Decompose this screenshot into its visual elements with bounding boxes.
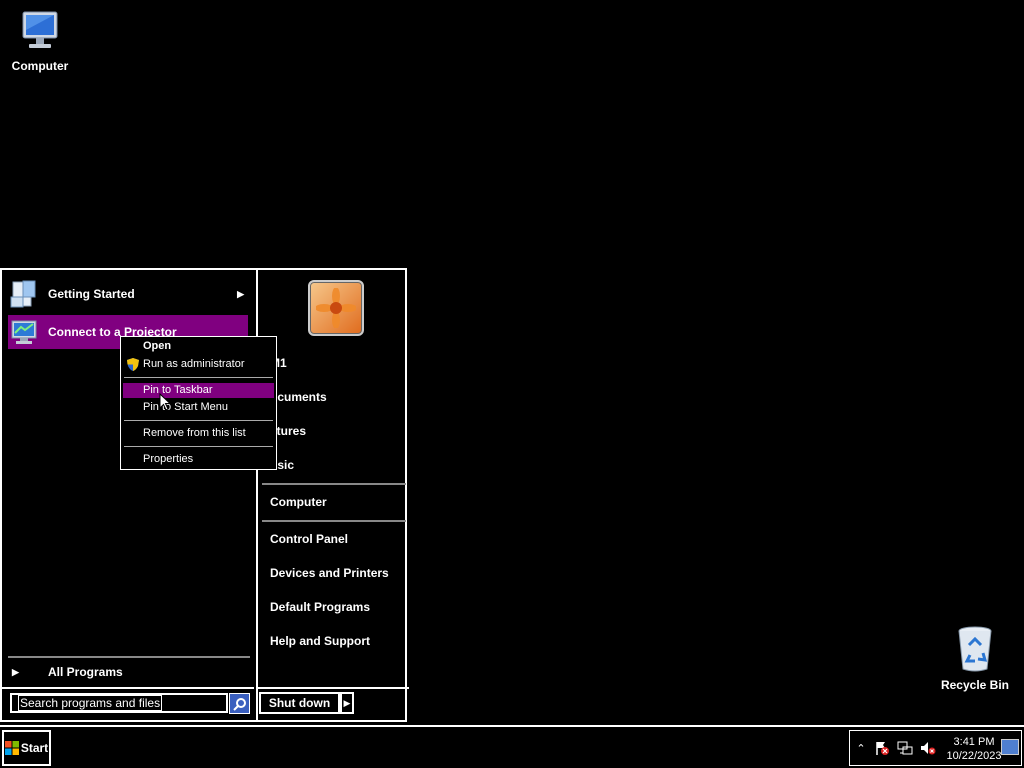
submenu-arrow-icon: ▶ <box>237 288 244 299</box>
context-menu-item-remove-from-list[interactable]: Remove from this list <box>123 426 274 441</box>
separator <box>262 520 406 522</box>
context-menu-separator <box>124 420 273 421</box>
context-menu: Open Run as administrator Pin to Taskbar… <box>120 336 277 470</box>
recycle-bin-icon <box>958 626 992 672</box>
system-tray: ⌃ 3:41 PM 10/22/2023 <box>849 730 1022 766</box>
taskbar: Start ⌃ 3:41 PM 10/22/2023 <box>0 725 1024 768</box>
volume-muted-icon[interactable] <box>920 740 936 756</box>
context-menu-separator <box>124 377 273 378</box>
separator <box>258 687 409 689</box>
search-button[interactable] <box>229 693 250 714</box>
context-menu-item-open[interactable]: Open <box>123 339 274 354</box>
right-item-help-and-support[interactable]: Help and Support <box>270 634 370 648</box>
getting-started-icon <box>8 278 40 310</box>
context-menu-item-properties[interactable]: Properties <box>123 452 274 467</box>
shutdown-options-button[interactable]: ▶ <box>340 692 354 714</box>
context-menu-item-pin-to-start-menu[interactable]: Pin to Start Menu <box>123 400 274 415</box>
user-avatar[interactable] <box>308 280 364 336</box>
context-menu-separator <box>124 446 273 447</box>
start-button[interactable]: Start <box>2 730 51 766</box>
search-icon <box>232 697 246 711</box>
clock[interactable]: 3:41 PM 10/22/2023 <box>944 735 1004 763</box>
flower-picture-icon <box>316 288 356 328</box>
right-item-devices-and-printers[interactable]: Devices and Printers <box>270 566 389 580</box>
show-hidden-icons-chevron[interactable]: ⌃ <box>853 740 869 756</box>
computer-icon <box>22 11 58 48</box>
right-item-control-panel[interactable]: Control Panel <box>270 532 348 546</box>
clock-date: 10/22/2023 <box>946 750 1002 762</box>
context-menu-item-pin-to-taskbar[interactable]: Pin to Taskbar <box>123 383 274 398</box>
desktop-icon-computer[interactable]: Computer <box>0 8 80 73</box>
start-menu-right-pane: M1 ocuments ctures usic Computer Control… <box>256 270 409 720</box>
network-icon[interactable] <box>897 740 913 756</box>
right-item-documents[interactable]: ocuments <box>270 390 327 404</box>
all-programs-button[interactable]: ▶ All Programs <box>8 659 248 685</box>
mouse-cursor-icon <box>159 393 171 411</box>
desktop-icon-label: Recycle Bin <box>940 678 1010 692</box>
right-item-default-programs[interactable]: Default Programs <box>270 600 370 614</box>
all-programs-arrow-icon: ▶ <box>12 666 19 677</box>
clock-time: 3:41 PM <box>953 736 995 748</box>
chevron-right-icon: ▶ <box>343 697 351 708</box>
windows-logo-icon <box>4 741 19 755</box>
desktop-icon-label: Computer <box>11 59 69 73</box>
program-label: Getting Started <box>48 287 135 301</box>
show-desktop-button[interactable] <box>1001 739 1019 755</box>
search-input[interactable]: Search programs and files <box>10 693 228 713</box>
desktop-icon-recycle-bin[interactable]: Recycle Bin <box>935 625 1015 692</box>
search-placeholder: Search programs and files <box>18 695 163 711</box>
start-label: Start <box>20 741 49 755</box>
separator <box>2 687 254 689</box>
context-menu-item-label: Run as administrator <box>143 358 245 370</box>
separator <box>262 483 406 485</box>
uac-shield-icon <box>127 358 139 371</box>
action-center-flag-icon[interactable] <box>874 740 890 756</box>
all-programs-label: All Programs <box>48 665 123 679</box>
program-item-getting-started[interactable]: Getting Started ▶ <box>8 277 248 311</box>
separator <box>8 656 250 658</box>
context-menu-item-run-as-admin[interactable]: Run as administrator <box>123 357 274 372</box>
shutdown-button[interactable]: Shut down <box>259 692 340 714</box>
right-item-computer[interactable]: Computer <box>270 495 327 509</box>
projector-icon <box>8 316 40 348</box>
